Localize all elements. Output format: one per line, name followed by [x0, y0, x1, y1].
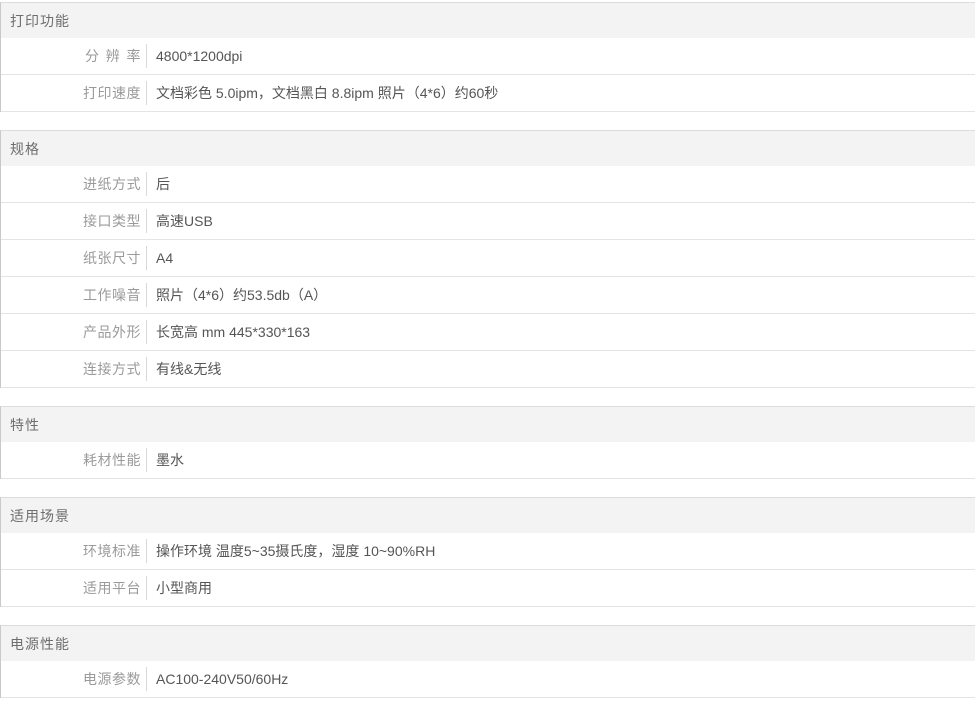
spec-label: 连接方式: [83, 359, 141, 379]
section-title: 特性: [1, 407, 975, 442]
section-title: 打印功能: [1, 3, 975, 38]
spec-row: 打印速度 文档彩色 5.0ipm，文档黑白 8.8ipm 照片（4*6）约60秒: [1, 75, 975, 112]
spec-label-cell: 适用平台: [1, 578, 146, 598]
spec-value: 4800*1200dpi: [147, 48, 242, 64]
spec-value: 操作环境 温度5~35摄氏度，湿度 10~90%RH: [147, 541, 435, 561]
spec-value: 照片（4*6）约53.5db（A）: [147, 285, 327, 305]
section-use-scenarios: 适用场景 环境标准 操作环境 温度5~35摄氏度，湿度 10~90%RH 适用平…: [0, 497, 975, 607]
spec-row: 产品外形 长宽高 mm 445*330*163: [1, 314, 975, 351]
spec-label-cell: 纸张尺寸: [1, 248, 146, 268]
spec-row: 进纸方式 后: [1, 166, 975, 203]
spec-label: 接口类型: [83, 211, 141, 231]
spec-label: 环境标准: [83, 541, 141, 561]
section-title: 电源性能: [1, 626, 975, 661]
spec-value: 有线&无线: [147, 359, 221, 379]
spec-label-cell: 连接方式: [1, 359, 146, 379]
spec-label-cell: 耗材性能: [1, 450, 146, 470]
spec-value: 墨水: [147, 450, 184, 470]
spec-label: 耗材性能: [83, 450, 141, 470]
section-power: 电源性能 电源参数 AC100-240V50/60Hz: [0, 625, 975, 698]
section-features: 特性 耗材性能 墨水: [0, 406, 975, 479]
spec-label: 工作噪音: [83, 285, 141, 305]
spec-label: 打印速度: [83, 83, 141, 103]
spec-row: 耗材性能 墨水: [1, 442, 975, 479]
spec-value: 长宽高 mm 445*330*163: [147, 322, 310, 342]
spec-row: 适用平台 小型商用: [1, 570, 975, 607]
spec-value: AC100-240V50/60Hz: [147, 671, 288, 687]
spec-table: 打印功能 分辨率 4800*1200dpi 打印速度 文档彩色 5.0ipm，文…: [0, 0, 975, 698]
spec-row: 分辨率 4800*1200dpi: [1, 38, 975, 75]
spec-label-cell: 分辨率: [1, 46, 146, 66]
spec-label-cell: 环境标准: [1, 541, 146, 561]
spec-value: 后: [147, 174, 170, 194]
spec-label: 分辨率: [85, 46, 141, 66]
spec-label: 纸张尺寸: [83, 248, 141, 268]
spec-label-cell: 产品外形: [1, 322, 146, 342]
spec-value: 小型商用: [147, 578, 212, 598]
spec-label: 产品外形: [83, 322, 141, 342]
spec-value: 文档彩色 5.0ipm，文档黑白 8.8ipm 照片（4*6）约60秒: [147, 83, 498, 103]
section-title: 规格: [1, 131, 975, 166]
spec-label-cell: 打印速度: [1, 83, 146, 103]
section-title: 适用场景: [1, 498, 975, 533]
spec-row: 连接方式 有线&无线: [1, 351, 975, 388]
section-specs: 规格 进纸方式 后 接口类型 高速USB 纸张尺寸 A4 工作噪音 照片（4*6…: [0, 130, 975, 388]
spec-row: 接口类型 高速USB: [1, 203, 975, 240]
spec-label-cell: 进纸方式: [1, 174, 146, 194]
spec-label: 电源参数: [83, 669, 141, 689]
section-print-function: 打印功能 分辨率 4800*1200dpi 打印速度 文档彩色 5.0ipm，文…: [0, 2, 975, 112]
spec-label-cell: 电源参数: [1, 669, 146, 689]
spec-row: 电源参数 AC100-240V50/60Hz: [1, 661, 975, 698]
spec-row: 环境标准 操作环境 温度5~35摄氏度，湿度 10~90%RH: [1, 533, 975, 570]
spec-row: 纸张尺寸 A4: [1, 240, 975, 277]
spec-label-cell: 工作噪音: [1, 285, 146, 305]
spec-value: A4: [147, 250, 173, 266]
spec-label: 进纸方式: [83, 174, 141, 194]
spec-value: 高速USB: [147, 211, 213, 231]
spec-label-cell: 接口类型: [1, 211, 146, 231]
spec-label: 适用平台: [83, 578, 141, 598]
spec-row: 工作噪音 照片（4*6）约53.5db（A）: [1, 277, 975, 314]
